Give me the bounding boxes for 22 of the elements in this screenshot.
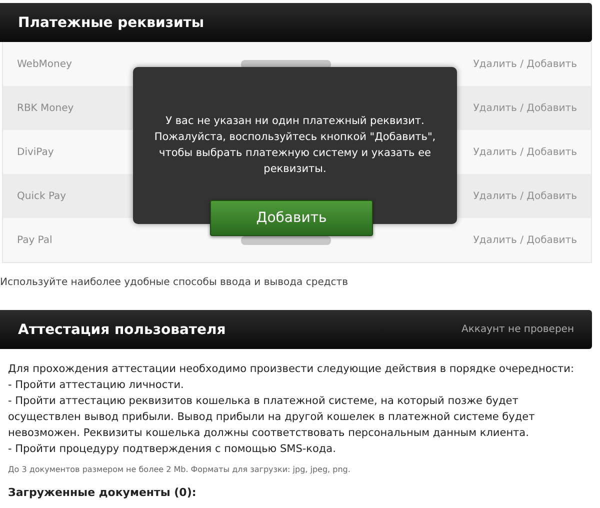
dialog-message: У вас не указан ни один платежный реквизит. Пожалуйста, воспользуйтесь кнопкой "Добавить", чтобы выбрать платежную систему и указать ее реквизиты. [153,114,437,177]
row-actions-link[interactable]: Удалить / Добавить [473,58,577,70]
account-status: Аккаунт не проверен [462,324,574,335]
instruction-text: - Пройти процедуру подтверждения с помощью SMS-кода. [8,442,337,457]
upload-hint: До 3 документов размером не более 2 Mb. Форматы для загрузки: jpg, jpeg, png. [8,465,352,474]
row-actions-link[interactable]: Удалить / Добавить [473,146,577,158]
payment-system-name: Quick Pay [17,190,66,202]
row-actions-link[interactable]: Удалить / Добавить [473,190,577,202]
section-title: Аттестация пользователя [18,322,226,338]
payment-system-name: WebMoney [17,58,72,70]
row-actions-link[interactable]: Удалить / Добавить [473,234,577,246]
instruction-text: - Пройти аттестацию реквизитов кошелька в платежной системе, на который позже будет осуществлен вывод прибыли. Вывод прибыли на другой кошелек в платежной системе будет невозможен. Реквизиты кошелька должны соответствовать персональным данным клиента. [8,394,536,441]
row-actions-link[interactable]: Удалить / Добавить [473,102,577,114]
payment-system-name: RBK Money [17,102,74,114]
instruction-text: Для прохождения аттестации необходимо произвести следующие действия в порядке очередности: [8,362,576,377]
add-button[interactable]: Добавить [210,200,373,236]
uploaded-documents-heading: Загруженные документы (0): [8,486,198,499]
payment-system-name: DiviPay [17,146,54,158]
section-title: Платежные реквизиты [18,14,204,30]
hint-text: Используйте наиболее удобные способы ввода и вывода средств [0,277,349,288]
payment-system-name: Pay Pal [17,234,52,246]
instruction-text: - Пройти аттестацию личности. [8,378,185,393]
